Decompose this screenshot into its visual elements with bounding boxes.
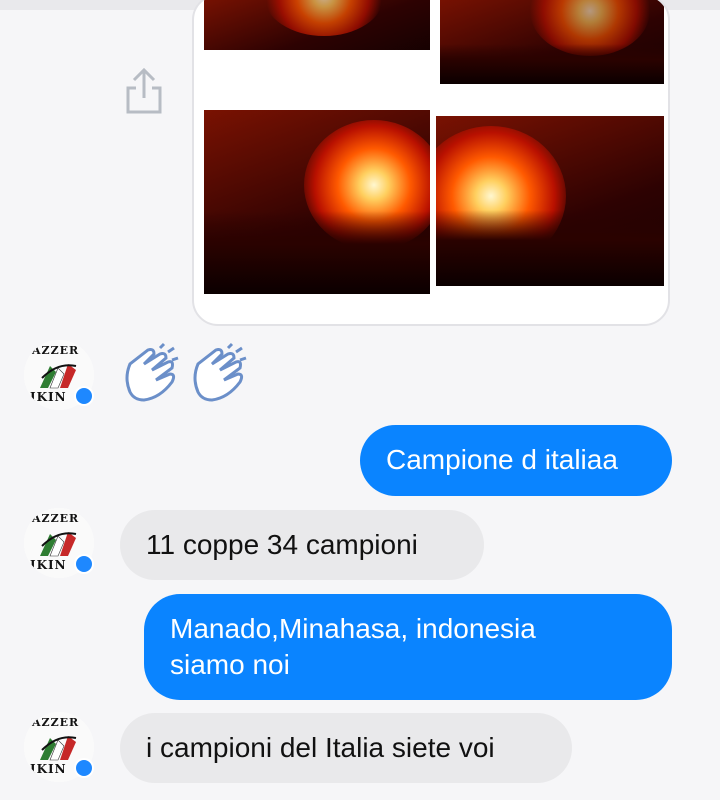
avatar-logo-text: IKIN <box>30 390 67 404</box>
incoming-message[interactable]: i campioni del Italia siete voi <box>120 713 572 783</box>
clapping-hands-icon <box>193 342 247 402</box>
outgoing-message[interactable]: Campione d italiaa <box>360 425 672 496</box>
messenger-badge-icon <box>74 386 94 406</box>
photo-flare-2[interactable] <box>440 0 664 84</box>
avatar-logo-text: AZZER <box>32 344 80 357</box>
messenger-badge-icon <box>74 554 94 574</box>
avatar[interactable]: AZZER IKIN <box>24 508 94 578</box>
avatar-logo-text: AZZER <box>32 716 80 729</box>
incoming-message[interactable]: 11 coppe 34 campioni <box>120 510 484 580</box>
avatar-logo-text: IKIN <box>30 762 67 776</box>
italy-flag-wings-icon <box>40 364 77 389</box>
photo-flare-4[interactable] <box>436 116 664 286</box>
photo-flare-3[interactable] <box>204 110 430 294</box>
avatar[interactable]: AZZER IKIN <box>24 340 94 410</box>
clapping-hands-icon <box>125 342 179 402</box>
avatar-logo-text: AZZER <box>32 512 80 525</box>
messenger-badge-icon <box>74 758 94 778</box>
photo-grid-message[interactable] <box>192 0 670 326</box>
avatar[interactable]: AZZER IKIN <box>24 712 94 782</box>
italy-flag-wings-icon <box>40 736 77 761</box>
avatar-logo-text: IKIN <box>30 558 67 572</box>
photo-flare-1[interactable] <box>204 0 430 50</box>
share-icon[interactable] <box>122 66 166 116</box>
outgoing-message[interactable]: Manado,Minahasa, indonesia siamo noi <box>144 594 672 700</box>
italy-flag-wings-icon <box>40 532 77 557</box>
